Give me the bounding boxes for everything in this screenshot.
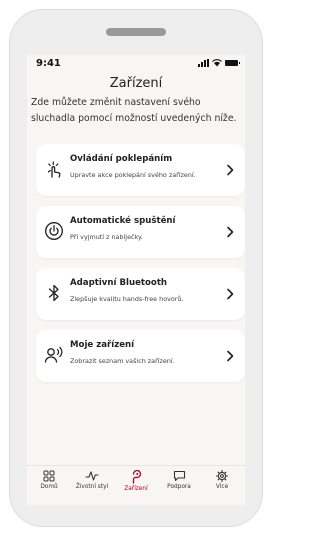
tab-label: Více [215, 484, 229, 490]
tab-label: Podpora [167, 484, 191, 490]
card-title: Moje zařízení [70, 340, 135, 350]
tab-label: Zařízení [124, 486, 148, 492]
gear-icon [216, 470, 228, 482]
hearing-aid-icon [132, 470, 142, 484]
chat-icon [173, 470, 185, 482]
pulse-icon [85, 471, 99, 481]
battery-icon [225, 60, 240, 66]
bluetooth-icon [48, 284, 59, 302]
person-hearing-icon [44, 346, 63, 363]
tab-lifestyle[interactable]: Životní styl [72, 470, 112, 490]
home-grid-icon [43, 470, 55, 482]
card-auto-start[interactable]: Automatické spuštění Při vyjmutí z nabíj… [36, 206, 245, 258]
tab-label: Životní styl [75, 484, 109, 490]
status-bar: 9:41 [27, 55, 245, 73]
chevron-right-icon [227, 288, 234, 300]
card-title: Adaptivní Bluetooth [70, 278, 168, 288]
tab-devices[interactable]: Zařízení [116, 470, 156, 492]
card-subtitle: Upravte akce poklepání svého zařízení. [70, 171, 196, 179]
card-tap-control[interactable]: Ovládání poklepáním Upravte akce poklepá… [36, 144, 245, 196]
signal-icon [198, 59, 209, 67]
tap-icon [47, 161, 61, 178]
status-icons [198, 59, 240, 67]
card-title: Automatické spuštění [70, 216, 176, 226]
page-title: Zařízení [109, 76, 163, 91]
chevron-right-icon [227, 226, 234, 238]
app-screen: 9:41 Zařízení Zde můžete změnit nastaven… [27, 55, 245, 505]
page-description: Zde můžete změnit nastavení svého slucha… [31, 97, 237, 124]
bottom-tab-bar: Domů Životní styl Zařízení Podpora Více [27, 465, 245, 505]
tab-support[interactable]: Podpora [159, 470, 199, 490]
card-subtitle: Při vyjmutí z nabíječky. [70, 233, 143, 241]
status-time: 9:41 [36, 58, 61, 69]
chevron-right-icon [227, 164, 234, 176]
chevron-right-icon [227, 350, 234, 362]
card-subtitle: Zobrazit seznam vašich zařízení. [70, 357, 175, 365]
card-subtitle: Zlepšuje kvalitu hands-free hovorů. [70, 295, 184, 303]
tab-more[interactable]: Více [202, 470, 242, 490]
phone-speaker [106, 28, 166, 36]
wifi-icon [212, 59, 222, 67]
card-adaptive-bluetooth[interactable]: Adaptivní Bluetooth Zlepšuje kvalitu han… [36, 268, 245, 320]
card-title: Ovládání poklepáním [70, 154, 173, 164]
tab-home[interactable]: Domů [29, 470, 69, 490]
tab-label: Domů [40, 484, 58, 490]
card-my-devices[interactable]: Moje zařízení Zobrazit seznam vašich zař… [36, 330, 245, 382]
power-icon [45, 222, 63, 240]
